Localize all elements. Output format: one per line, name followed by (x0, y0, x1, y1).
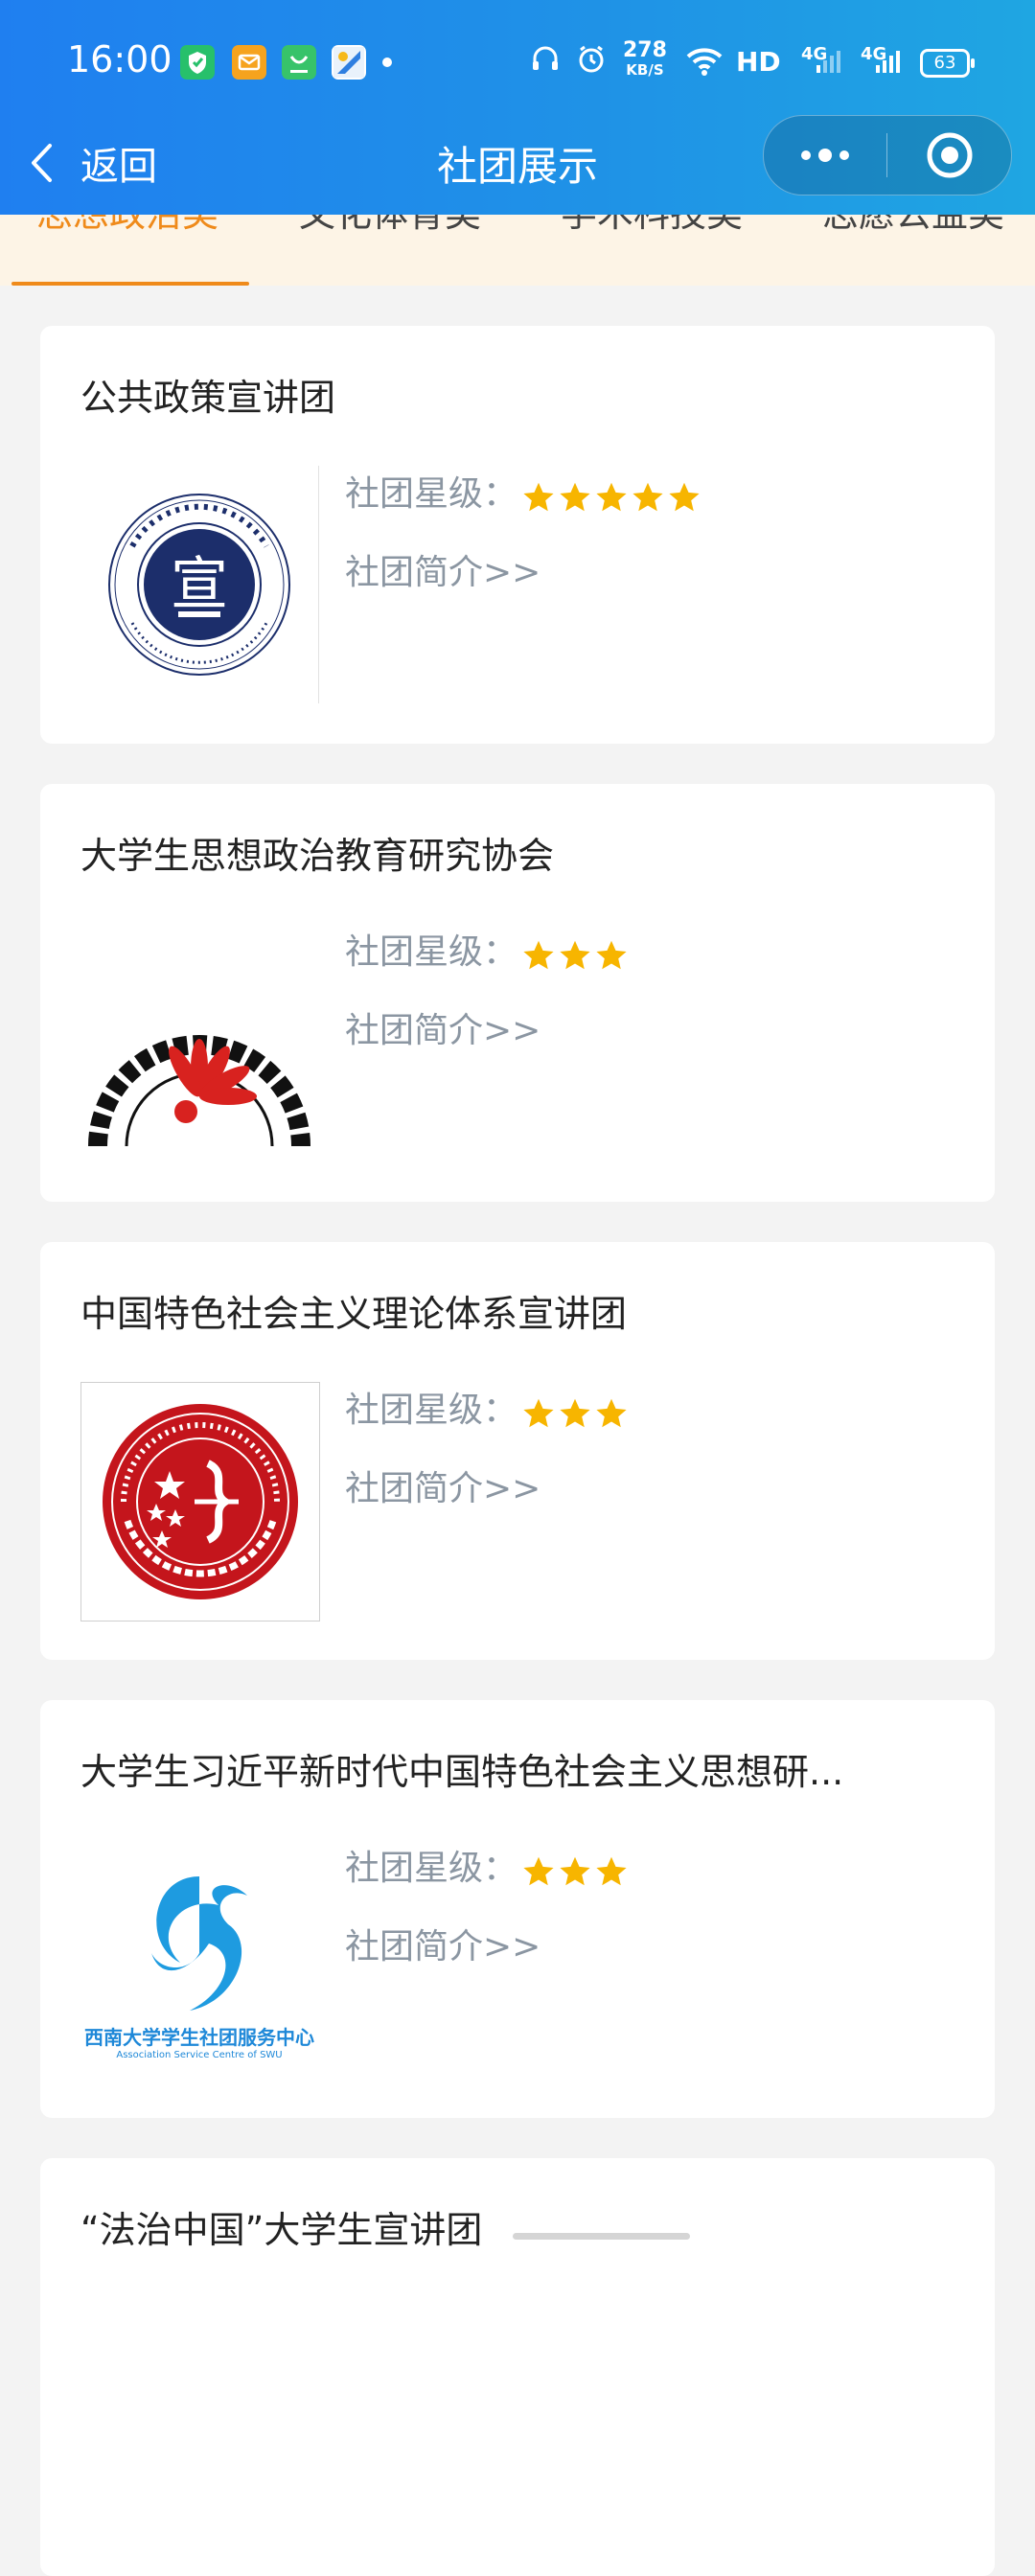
ideological-education-logo (80, 924, 318, 1162)
chat-app-icon (282, 45, 316, 80)
more-button[interactable] (764, 116, 886, 195)
star-icon (560, 940, 590, 969)
signal-bars-icon (815, 48, 841, 79)
star-icon (669, 482, 700, 511)
star-icon (523, 482, 554, 511)
club-name: 中国特色社会主义理论体系宣讲团 (80, 1293, 628, 1335)
star-icon (523, 940, 554, 969)
scroll-indicator (513, 2233, 690, 2240)
club-rating: 社团星级： (345, 1382, 631, 1432)
rating-label: 社团星级： (345, 932, 518, 972)
rating-label: 社团星级： (345, 1849, 518, 1888)
svg-text:宣: 宣 (171, 551, 228, 618)
club-intro-link[interactable]: 社团简介>> (345, 544, 540, 594)
net-speed: 278 KB/S (623, 38, 667, 80)
rating-label: 社团星级： (345, 1391, 518, 1430)
club-name: 大学生思想政治教育研究协会 (80, 835, 555, 877)
status-bar: 16:00 278 KB/S HD 4G 4G 63 (0, 0, 1035, 125)
star-rating (521, 1392, 631, 1432)
alarm-icon (575, 43, 608, 80)
southwest-university-red-seal-logo (80, 1382, 320, 1622)
net-speed-value: 278 (623, 38, 667, 62)
club-card[interactable]: 公共政策宣讲团 宣 社团星级： 社团简介>> (40, 326, 995, 744)
star-icon (560, 482, 590, 511)
club-name: 大学生习近平新时代中国特色社会主义思想研... (80, 1751, 844, 1793)
more-notifications-dot (382, 58, 392, 67)
club-card[interactable]: 中国特色社会主义理论体系宣讲团 社团星级： 社团简介>> (40, 1242, 995, 1660)
target-close-icon (927, 132, 972, 178)
net-speed-unit: KB/S (626, 61, 664, 79)
club-card[interactable]: “法治中国”大学生宣讲团 (40, 2158, 995, 2576)
club-name: “法治中国”大学生宣讲团 (80, 2209, 483, 2251)
star-icon (560, 1856, 590, 1885)
star-icon (632, 482, 663, 511)
wifi-icon (685, 46, 724, 80)
service-centre-subname: Association Service Centre of SWU (116, 2050, 283, 2060)
shield-app-icon (180, 45, 215, 80)
club-intro-link[interactable]: 社团简介>> (345, 1460, 540, 1510)
battery-indicator: 63 (920, 49, 975, 78)
star-icon (560, 1398, 590, 1427)
club-rating: 社团星级： (345, 466, 703, 516)
headset-icon (529, 43, 562, 80)
club-rating: 社团星级： (345, 924, 631, 974)
more-dots-icon (801, 149, 849, 162)
star-icon (596, 940, 627, 969)
club-name: 公共政策宣讲团 (80, 377, 336, 419)
star-icon (523, 1856, 554, 1885)
club-card[interactable]: 大学生思想政治教育研究协会 社团星级： 社团简介>> (40, 784, 995, 1202)
star-rating (521, 476, 703, 516)
star-rating (521, 934, 631, 974)
star-icon (523, 1398, 554, 1427)
association-service-centre-bird-logo: 西南大学学生社团服务中心 Association Service Centre … (80, 1840, 318, 2078)
rating-label: 社团星级： (345, 474, 518, 514)
star-icon (596, 482, 627, 511)
service-centre-name: 西南大学学生社团服务中心 (84, 2026, 314, 2049)
hd-indicator: HD (736, 46, 781, 78)
signal-bars-icon (874, 48, 901, 79)
club-intro-link[interactable]: 社团简介>> (345, 1919, 540, 1968)
active-tab-indicator (12, 282, 249, 286)
status-time: 16:00 (67, 38, 172, 80)
map-app-icon (332, 45, 366, 80)
nav-bar: 返回 社团展示 (0, 115, 1035, 215)
public-policy-seal-logo: 宣 (80, 466, 319, 703)
close-miniprogram-button[interactable] (887, 116, 1011, 195)
star-rating (521, 1851, 631, 1890)
club-rating: 社团星级： (345, 1840, 631, 1890)
club-intro-link[interactable]: 社团简介>> (345, 1002, 540, 1052)
app-header: 16:00 278 KB/S HD 4G 4G 63 返回 社团展示 (0, 0, 1035, 215)
miniprogram-capsule (763, 115, 1012, 196)
star-icon (596, 1856, 627, 1885)
club-card[interactable]: 大学生习近平新时代中国特色社会主义思想研... 西南大学学生社团服务中心 Ass… (40, 1700, 995, 2118)
star-icon (596, 1398, 627, 1427)
mail-app-icon (232, 45, 266, 80)
